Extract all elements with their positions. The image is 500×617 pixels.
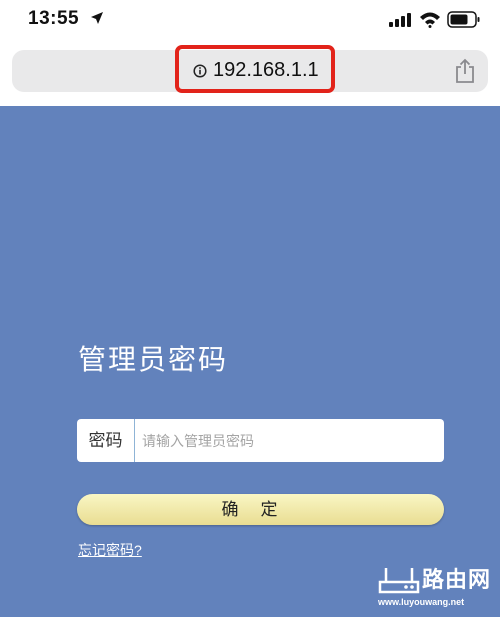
status-bar: 13:55 <box>0 0 500 40</box>
login-page-background <box>0 106 500 617</box>
cellular-signal-icon <box>389 13 411 27</box>
battery-icon <box>447 11 480 28</box>
password-field[interactable]: 密码 <box>77 419 444 462</box>
watermark-domain: www.luyouwang.net <box>378 597 465 607</box>
password-label: 密码 <box>77 419 135 462</box>
watermark-brand: 路由网 <box>422 567 492 592</box>
watermark: 路由网 www.luyouwang.net <box>374 562 494 614</box>
page-title: 管理员密码 <box>78 344 229 375</box>
confirm-button[interactable]: 确定 <box>77 494 444 525</box>
status-time: 13:55 <box>28 8 80 29</box>
wifi-icon <box>420 12 440 28</box>
url-highlight-box <box>175 45 335 93</box>
share-icon[interactable] <box>455 58 475 84</box>
password-input[interactable] <box>142 419 437 462</box>
router-icon <box>378 568 420 594</box>
location-arrow-icon <box>91 12 103 24</box>
forgot-password-link[interactable]: 忘记密码? <box>78 540 142 560</box>
